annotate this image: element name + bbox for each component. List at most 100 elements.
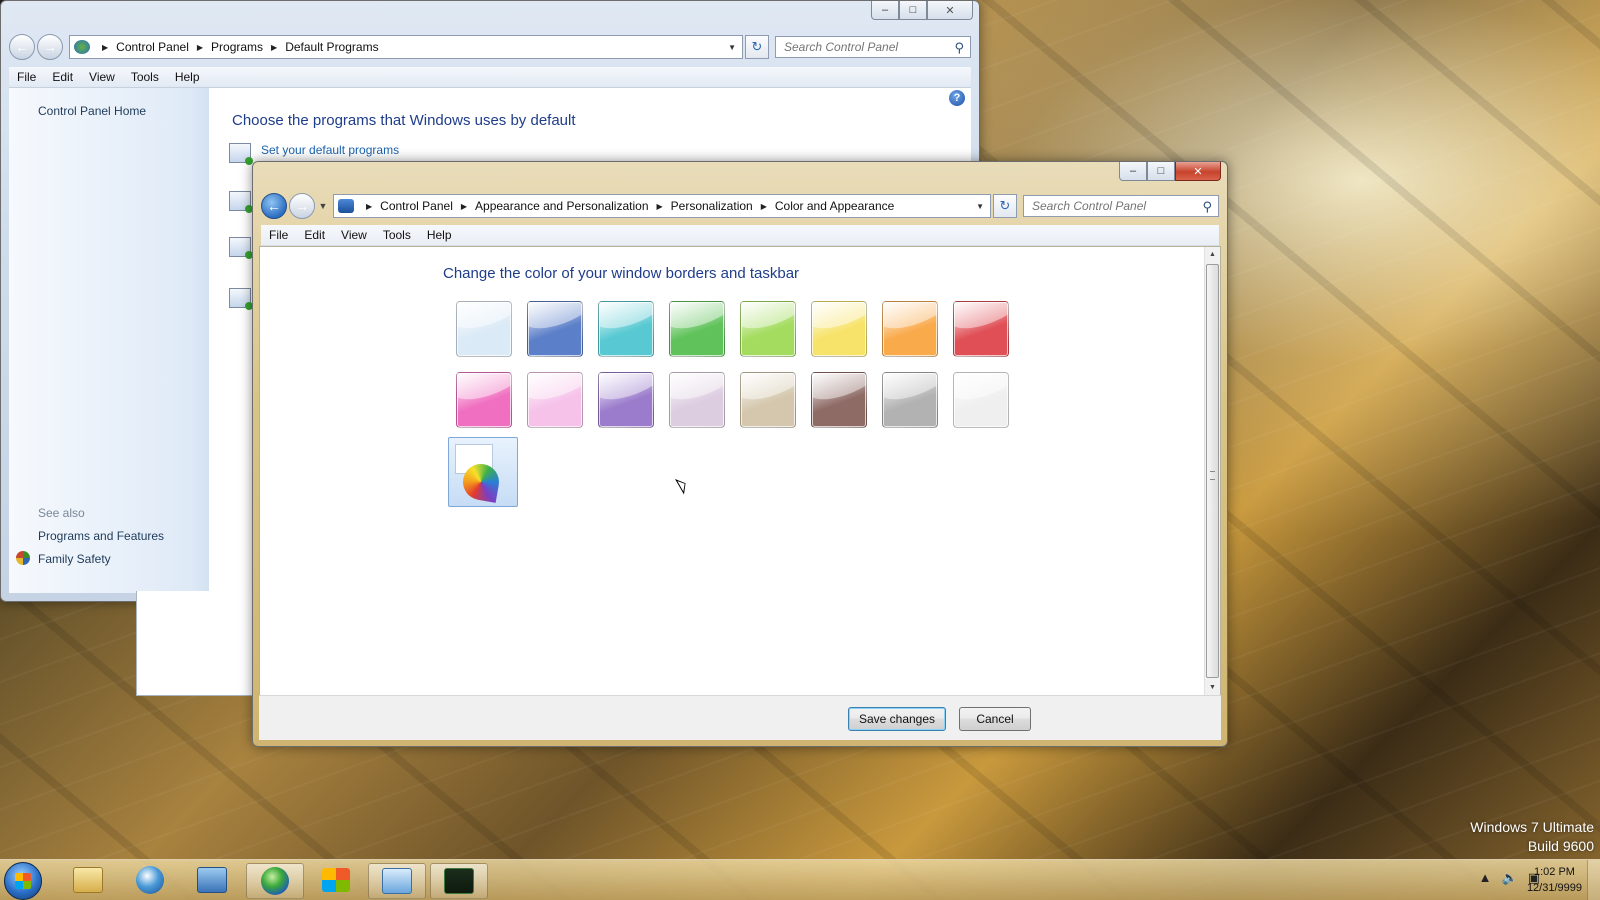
address-bar[interactable]: ▶ Control Panel ▶ Programs ▶ Default Pro…	[69, 35, 743, 59]
maximize-button[interactable]: □	[899, 1, 927, 20]
menu-view[interactable]: View	[81, 70, 123, 84]
taskbar-explorer[interactable]	[60, 863, 116, 897]
color-swatch-chocolate[interactable]	[811, 372, 867, 428]
search-box[interactable]: ⚲	[775, 36, 971, 58]
color-swatch-blush[interactable]	[527, 372, 583, 428]
taskbar-control-panel[interactable]	[368, 863, 426, 899]
cancel-button[interactable]: Cancel	[959, 707, 1031, 731]
program-access-icon	[229, 288, 253, 310]
menu-bar: File Edit View Tools Help	[9, 67, 971, 88]
help-icon[interactable]: ?	[949, 90, 965, 106]
family-safety-link[interactable]: Family Safety	[38, 552, 111, 566]
vertical-scrollbar[interactable]: ▲ ▼	[1204, 247, 1220, 695]
breadcrumb-arrow-icon[interactable]: ▶	[657, 202, 663, 211]
search-icon[interactable]: ⚲	[1202, 199, 1212, 215]
menu-tools[interactable]: Tools	[123, 70, 167, 84]
task-manager-icon	[444, 868, 474, 894]
chevron-down-icon[interactable]: ▼	[976, 202, 984, 211]
color-swatch-lavender[interactable]	[669, 372, 725, 428]
taskbar: ▲ 🔈 ▣ 1:02 PM 12/31/9999	[0, 859, 1600, 900]
menu-file[interactable]: File	[261, 228, 296, 242]
menu-edit[interactable]: Edit	[296, 228, 333, 242]
color-swatch-slate[interactable]	[882, 372, 938, 428]
programs-and-features-link[interactable]: Programs and Features	[38, 529, 164, 543]
color-swatch-twilight[interactable]	[527, 301, 583, 357]
volume-icon[interactable]: 🔈	[1502, 870, 1518, 886]
taskbar-task-manager[interactable]	[430, 863, 488, 899]
color-swatch-leaf[interactable]	[669, 301, 725, 357]
close-button[interactable]: ✕	[1175, 162, 1221, 181]
address-bar[interactable]: ▶ Control Panel ▶ Appearance and Persona…	[333, 194, 991, 218]
color-swatch-taupe[interactable]	[740, 372, 796, 428]
breadcrumb-appearance[interactable]: Appearance and Personalization	[475, 199, 648, 213]
chevron-down-icon[interactable]: ▼	[728, 43, 736, 52]
menu-help[interactable]: Help	[167, 70, 208, 84]
color-swatch-frost[interactable]	[953, 372, 1009, 428]
color-swatch-ruby[interactable]	[953, 301, 1009, 357]
color-swatch-lime[interactable]	[740, 301, 796, 357]
refresh-button[interactable]: ↻	[745, 35, 769, 59]
control-panel-home-link[interactable]: Control Panel Home	[38, 104, 146, 118]
forward-button[interactable]: →	[37, 34, 63, 60]
navigation-bar: ← → ▶ Control Panel ▶ Programs ▶ Default…	[9, 34, 971, 60]
taskbar-computer[interactable]	[184, 863, 240, 897]
taskbar-media-player[interactable]	[122, 863, 178, 897]
menu-help[interactable]: Help	[419, 228, 460, 242]
minimize-button[interactable]: –	[1119, 162, 1147, 181]
clock-time: 1:02 PM	[1533, 866, 1575, 878]
scroll-up-arrow-icon[interactable]: ▲	[1205, 247, 1220, 262]
close-button[interactable]: ✕	[927, 1, 973, 20]
color-swatch-fuchsia[interactable]	[456, 372, 512, 428]
start-button[interactable]	[4, 862, 42, 900]
see-also-label: See also	[38, 506, 85, 520]
breadcrumb-arrow-icon[interactable]: ▶	[461, 202, 467, 211]
menu-bar: File Edit View Tools Help	[261, 225, 1219, 246]
color-swatch-pumpkin[interactable]	[882, 301, 938, 357]
search-input[interactable]	[782, 39, 936, 55]
scrollbar-thumb[interactable]	[1206, 264, 1219, 678]
color-swatch-sky[interactable]	[456, 301, 512, 357]
search-box[interactable]: ⚲	[1023, 195, 1219, 217]
taskbar-internet-explorer[interactable]	[246, 863, 304, 899]
color-swatch-sea[interactable]	[598, 301, 654, 357]
breadcrumb-personalization[interactable]: Personalization	[671, 199, 753, 213]
maximize-button[interactable]: □	[1147, 162, 1175, 181]
folder-icon	[73, 867, 103, 893]
set-default-programs-link[interactable]: Set your default programs	[261, 143, 399, 157]
breadcrumb-control-panel[interactable]: Control Panel	[116, 40, 189, 54]
system-clock[interactable]: 1:02 PM 12/31/9999	[1527, 864, 1582, 896]
menu-edit[interactable]: Edit	[44, 70, 81, 84]
dialog-footer: Save changes Cancel	[259, 695, 1221, 740]
breadcrumb-arrow-icon[interactable]: ▶	[102, 43, 108, 52]
breadcrumb-programs[interactable]: Programs	[211, 40, 263, 54]
breadcrumb-control-panel[interactable]: Control Panel	[380, 199, 453, 213]
refresh-button[interactable]: ↻	[993, 194, 1017, 218]
color-swatch-lemon[interactable]	[811, 301, 867, 357]
menu-view[interactable]: View	[333, 228, 375, 242]
taskbar-paint[interactable]	[308, 863, 364, 897]
show-desktop-button[interactable]	[1587, 860, 1600, 900]
breadcrumb-color-and-appearance[interactable]: Color and Appearance	[775, 199, 894, 213]
breadcrumb-arrow-icon[interactable]: ▶	[197, 43, 203, 52]
breadcrumb-default-programs[interactable]: Default Programs	[285, 40, 378, 54]
search-icon[interactable]: ⚲	[954, 40, 964, 56]
save-changes-button[interactable]: Save changes	[848, 707, 946, 731]
color-swatch-violet[interactable]	[598, 372, 654, 428]
menu-file[interactable]: File	[9, 70, 44, 84]
breadcrumb-arrow-icon[interactable]: ▶	[366, 202, 372, 211]
file-associations-icon	[229, 191, 253, 213]
autoplay-icon	[229, 237, 253, 259]
menu-tools[interactable]: Tools	[375, 228, 419, 242]
breadcrumb-arrow-icon[interactable]: ▶	[271, 43, 277, 52]
control-panel-icon	[382, 868, 412, 894]
breadcrumb-arrow-icon[interactable]: ▶	[761, 202, 767, 211]
recent-pages-icon[interactable]: ▼	[317, 201, 329, 211]
scroll-down-arrow-icon[interactable]: ▼	[1205, 680, 1220, 695]
color-mixer-button[interactable]	[448, 437, 518, 507]
back-button[interactable]: ←	[261, 193, 287, 219]
forward-button[interactable]: →	[289, 193, 315, 219]
minimize-button[interactable]: –	[871, 1, 899, 20]
show-hidden-icons-icon[interactable]: ▲	[1479, 870, 1492, 886]
back-button[interactable]: ←	[9, 34, 35, 60]
search-input[interactable]	[1030, 198, 1184, 214]
